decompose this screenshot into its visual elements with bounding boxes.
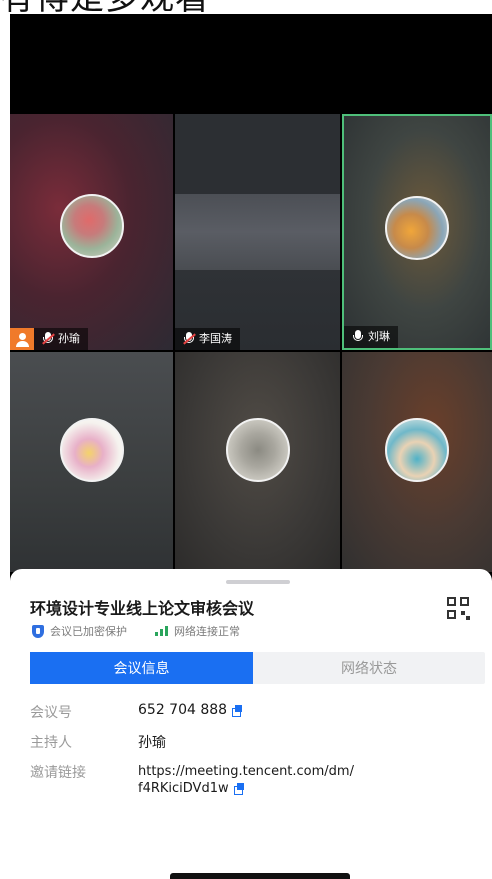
sheet-grabber[interactable] (226, 580, 290, 584)
copy-icon[interactable] (232, 704, 243, 717)
video-tile[interactable] (10, 352, 173, 572)
host-row: 主持人 孙瑜 (30, 732, 480, 756)
signal-icon (155, 626, 168, 636)
meeting-info-sheet: 环境设计专业线上论文审核会议 会议已加密保护 网络连接正常 会议信息 网络状态 … (10, 569, 492, 879)
shield-icon (32, 624, 44, 638)
invite-link-label: 邀请链接 (30, 765, 86, 781)
copy-icon[interactable] (233, 783, 245, 795)
tab-network-status[interactable]: 网络状态 (253, 652, 485, 684)
meeting-details: 会议号 652 704 888 主持人 孙瑜 邀请链接 https://meet… (30, 702, 480, 806)
host-icon (10, 328, 34, 350)
tab-meeting-info[interactable]: 会议信息 (30, 652, 253, 684)
avatar (385, 418, 449, 482)
mic-muted-icon (42, 332, 55, 346)
participant-name: 刘琳 (368, 330, 390, 343)
meeting-id-row: 会议号 652 704 888 (30, 702, 480, 726)
participant-name: 李国涛 (199, 332, 232, 345)
name-tag: 孙瑜 (10, 328, 88, 350)
name-tag: 李国涛 (175, 328, 240, 350)
participant-name: 孙瑜 (58, 332, 80, 345)
video-grid: 孙瑜 李国涛 刘琳 (10, 114, 492, 572)
video-tile[interactable]: 李国涛 (175, 114, 340, 350)
mic-icon (352, 330, 364, 344)
encryption-status: 会议已加密保护 (50, 625, 127, 638)
video-tile[interactable] (175, 352, 340, 572)
video-tile[interactable]: 孙瑜 (10, 114, 173, 350)
status-row: 会议已加密保护 网络连接正常 (32, 623, 240, 639)
caption-text: 有得是多观看 (0, 0, 210, 14)
tab-bar: 会议信息 网络状态 (30, 652, 485, 684)
caption-strip: 有得是多观看 (0, 0, 492, 14)
avatar (385, 196, 449, 260)
network-status: 网络连接正常 (174, 625, 240, 638)
meeting-id-label: 会议号 (30, 705, 72, 721)
invite-link-value[interactable]: https://meeting.tencent.com/dm/ f4RKiciD… (138, 763, 354, 797)
host-label: 主持人 (30, 735, 72, 751)
avatar (59, 418, 124, 482)
meeting-id-value: 652 704 888 (138, 702, 243, 718)
meeting-screen: 孙瑜 李国涛 刘琳 环境设计专业线上论文审核会议 会议已加密保护 网络连接正常 … (10, 14, 492, 879)
invite-link-row: 邀请链接 https://meeting.tencent.com/dm/ f4R… (30, 762, 480, 806)
meeting-title: 环境设计专业线上论文审核会议 (30, 599, 255, 618)
avatar (59, 194, 124, 258)
video-tile[interactable] (342, 352, 492, 572)
home-indicator (170, 873, 350, 879)
name-tag: 刘琳 (344, 326, 398, 348)
mic-muted-icon (183, 332, 196, 346)
video-tile-speaking[interactable]: 刘琳 (342, 114, 492, 350)
qr-code-icon[interactable] (447, 597, 471, 621)
avatar (225, 418, 290, 482)
host-value: 孙瑜 (138, 735, 166, 751)
